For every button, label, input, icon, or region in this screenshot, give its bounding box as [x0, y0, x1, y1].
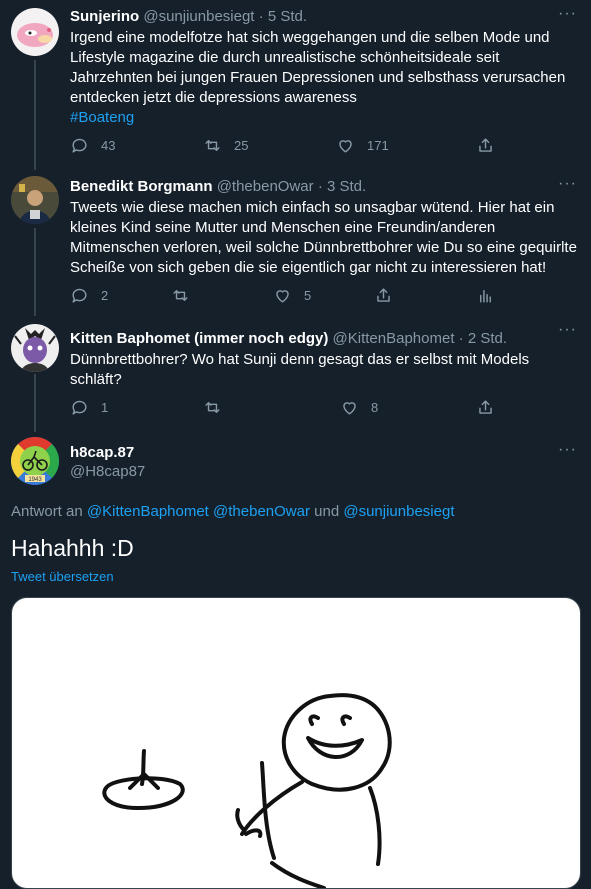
share-button[interactable]	[374, 286, 393, 305]
analytics-button[interactable]	[476, 286, 495, 305]
reply-prefix: Antwort an	[11, 503, 83, 520]
retweet-count: 25	[234, 138, 249, 153]
tweet-time[interactable]: · 3 Std.	[318, 178, 366, 195]
tweet-time[interactable]: · 5 Std.	[259, 8, 307, 25]
like-button[interactable]: 8	[340, 398, 378, 417]
avatar[interactable]	[11, 176, 59, 224]
author-handle[interactable]: @KittenBaphomet	[333, 330, 455, 347]
heart-icon	[339, 140, 352, 153]
tweet-body: Irgend eine modelfotze hat sich weggehan…	[70, 29, 566, 106]
share-icon	[479, 400, 492, 414]
tweet-text: Dünnbrettbohrer? Wo hat Sunji denn gesag…	[70, 351, 530, 388]
tweet[interactable]: ··· Sunjerino @sunjiunbesiegt · 5 Std. I…	[0, 0, 591, 170]
mention-link[interactable]: @thebenOwar	[213, 503, 310, 520]
tweet[interactable]: ··· Benedikt Borgmann @thebenOwar · 3 St…	[0, 170, 591, 316]
tweet-text: Tweets wie diese machen mich einfach so …	[70, 199, 577, 276]
tweet[interactable]: ··· Kitten Baphomet (immer noch edgy) @K…	[0, 316, 591, 432]
avatar[interactable]	[11, 8, 59, 56]
share-button[interactable]	[476, 136, 495, 155]
reply-count: 43	[101, 138, 116, 153]
baphomet-avatar-icon	[11, 324, 59, 372]
avatar-year: 1943	[28, 477, 42, 483]
tweet-time[interactable]: · 2 Std.	[459, 330, 507, 347]
retweet-icon	[205, 140, 220, 151]
reply-button[interactable]: 43	[70, 136, 115, 155]
like-button[interactable]: 171	[336, 136, 389, 155]
author-handle[interactable]: @sunjiunbesiegt	[143, 8, 254, 25]
reply-count: 1	[101, 400, 109, 415]
mention-link[interactable]: @KittenBaphomet	[87, 503, 209, 520]
analytics-icon	[480, 290, 491, 303]
main-tweet-text: Hahahhh :D	[11, 535, 134, 561]
reply-icon	[72, 400, 87, 415]
share-icon	[479, 138, 492, 152]
share-icon	[377, 288, 390, 302]
tweet-text: Irgend eine modelfotze hat sich weggehan…	[70, 28, 577, 128]
retweet-icon	[205, 402, 220, 413]
reply-button[interactable]: 2	[70, 286, 108, 305]
reply-context: Antwort an @KittenBaphomet @thebenOwar u…	[11, 503, 455, 520]
avatar[interactable]: 1943	[11, 437, 59, 485]
stick-figure-drawing	[102, 693, 392, 888]
share-button[interactable]	[476, 398, 495, 417]
author-name[interactable]: Benedikt Borgmann	[70, 178, 213, 195]
retweet-button[interactable]	[171, 286, 190, 305]
retweet-button[interactable]	[203, 398, 222, 417]
mention-link[interactable]: @sunjiunbesiegt	[343, 503, 454, 520]
retweet-button[interactable]: 25	[203, 136, 248, 155]
reply-count: 2	[101, 288, 109, 303]
reply-icon	[72, 138, 87, 153]
reply-and: und	[314, 503, 340, 520]
author-name[interactable]: Kitten Baphomet (immer noch edgy)	[70, 330, 328, 347]
hashtag-link[interactable]: #Boateng	[70, 109, 134, 126]
translate-link[interactable]: Tweet übersetzen	[11, 569, 114, 584]
author-handle[interactable]: @thebenOwar	[217, 178, 314, 195]
heart-icon	[276, 290, 289, 303]
author-handle[interactable]: @H8cap87	[70, 463, 577, 480]
heart-icon	[343, 402, 356, 415]
author-name[interactable]: Sunjerino	[70, 8, 139, 25]
like-count: 5	[304, 288, 312, 303]
slowpoke-avatar-icon	[11, 8, 59, 56]
reply-button[interactable]: 1	[70, 398, 108, 417]
like-button[interactable]: 5	[273, 286, 311, 305]
bicycle-avatar-icon: 1943	[11, 437, 59, 485]
like-count: 8	[371, 400, 379, 415]
retweet-icon	[173, 290, 188, 301]
like-count: 171	[367, 138, 389, 153]
football-avatar-icon	[11, 176, 59, 224]
reply-icon	[72, 288, 87, 303]
avatar[interactable]	[11, 324, 59, 372]
author-name[interactable]: h8cap.87	[70, 444, 134, 461]
tweet-media[interactable]	[11, 597, 581, 889]
